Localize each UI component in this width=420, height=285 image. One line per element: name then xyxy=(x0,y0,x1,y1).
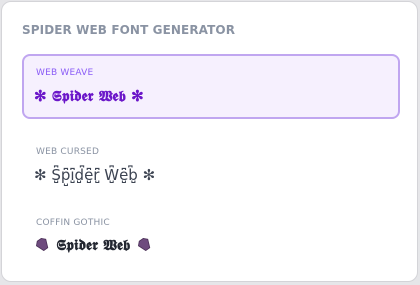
coffin-icon xyxy=(137,238,150,251)
coffin-icon xyxy=(36,238,49,251)
option-coffin-gothic[interactable]: COFFIN GOTHIC 𝕾𝖕𝖎𝖉𝖊𝖗 𝖂𝖊𝖇 xyxy=(22,204,400,264)
option-web-cursed[interactable]: WEB CURSED ✻ S̺͆p̺͆i̺͆d̺͆e̺͆r̺͆ W̺͆e̺͆b̺… xyxy=(22,133,400,193)
option-label: WEB WEAVE xyxy=(36,68,94,78)
option-preview: ✻ 𝕾𝖕𝖎𝖉𝖊𝖗 𝖂𝖊𝖇 ✻ xyxy=(34,87,144,105)
option-preview: 𝕾𝖕𝖎𝖉𝖊𝖗 𝖂𝖊𝖇 xyxy=(34,235,153,255)
option-web-weave[interactable]: WEB WEAVE ✻ 𝕾𝖕𝖎𝖉𝖊𝖗 𝖂𝖊𝖇 ✻ xyxy=(22,54,400,119)
option-label: WEB CURSED xyxy=(36,147,100,157)
option-label: COFFIN GOTHIC xyxy=(36,218,110,228)
option-preview-text: 𝕾𝖕𝖎𝖉𝖊𝖗 𝖂𝖊𝖇 xyxy=(56,236,131,254)
option-preview: ✻ S̺͆p̺͆i̺͆d̺͆e̺͆r̺͆ W̺͆e̺͆b̺͆ ✻ xyxy=(34,166,156,184)
font-generator-card: SPIDER WEB FONT GENERATOR WEB WEAVE ✻ 𝕾𝖕… xyxy=(1,1,418,282)
card-title: SPIDER WEB FONT GENERATOR xyxy=(22,23,236,37)
